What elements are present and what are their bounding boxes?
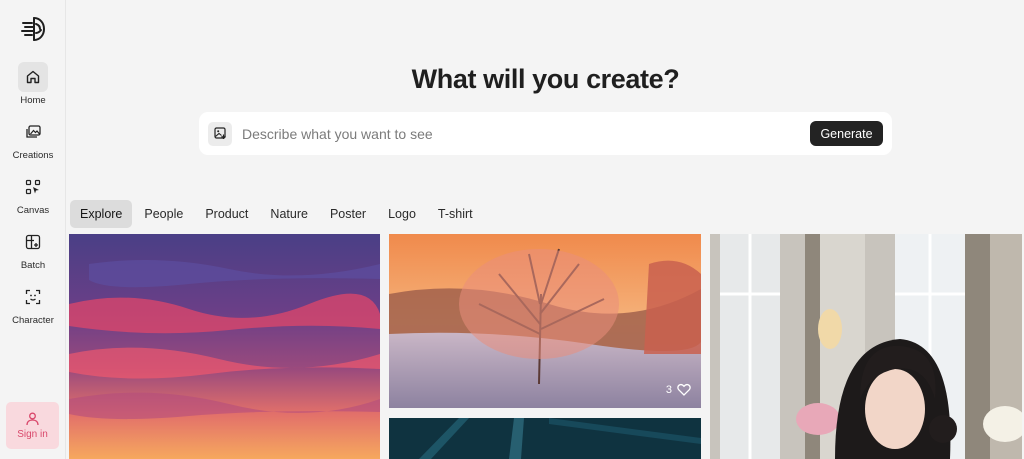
user-icon bbox=[26, 412, 39, 425]
image-gallery: 3 bbox=[67, 234, 1024, 459]
sign-in-button[interactable]: Sign in bbox=[6, 402, 59, 449]
images-icon bbox=[25, 125, 41, 138]
character-icon bbox=[25, 289, 41, 305]
sidebar-item-label: Creations bbox=[12, 150, 54, 161]
sidebar-item-label: Canvas bbox=[16, 205, 50, 216]
like-count: 3 bbox=[665, 383, 672, 396]
like-counter[interactable]: 3 bbox=[666, 383, 691, 396]
gallery-image bbox=[710, 234, 1022, 459]
sidebar-item-label: Character bbox=[12, 315, 54, 326]
gallery-card-sunset[interactable] bbox=[69, 234, 380, 459]
tab-people[interactable]: People bbox=[134, 200, 193, 228]
brain-logo-icon[interactable] bbox=[20, 15, 46, 43]
tab-explore[interactable]: Explore bbox=[70, 200, 133, 228]
gallery-image bbox=[389, 418, 701, 459]
gallery-image bbox=[389, 234, 701, 408]
page-title: What will you create? bbox=[411, 64, 680, 94]
generate-button[interactable]: Generate bbox=[810, 121, 883, 146]
category-tabs: Explore People Product Nature Poster Log… bbox=[70, 200, 485, 228]
tab-tshirt[interactable]: T-shirt bbox=[428, 200, 483, 228]
tab-logo[interactable]: Logo bbox=[378, 200, 426, 228]
gallery-card-dark-interior[interactable] bbox=[389, 418, 701, 459]
heart-icon bbox=[677, 383, 691, 396]
prompt-input[interactable] bbox=[242, 125, 782, 142]
sign-in-label: Sign in bbox=[17, 428, 48, 440]
sidebar-item-creations[interactable]: Creations bbox=[0, 117, 66, 167]
gallery-image bbox=[69, 234, 380, 459]
canvas-icon bbox=[25, 179, 41, 195]
sidebar-item-canvas[interactable]: Canvas bbox=[0, 172, 66, 222]
image-upload-button[interactable] bbox=[208, 121, 232, 146]
sidebar-item-label: Home bbox=[20, 95, 46, 106]
sidebar: Home Creations Canvas Batch Character Si… bbox=[0, 0, 66, 459]
batch-icon bbox=[25, 234, 41, 250]
tab-product[interactable]: Product bbox=[195, 200, 258, 228]
sidebar-item-character[interactable]: Character bbox=[0, 282, 66, 332]
home-icon bbox=[26, 70, 40, 84]
image-add-icon bbox=[213, 127, 226, 139]
sidebar-item-home[interactable]: Home bbox=[0, 62, 66, 112]
sidebar-item-label: Batch bbox=[20, 260, 46, 271]
sidebar-item-batch[interactable]: Batch bbox=[0, 227, 66, 277]
main-content: What will you create? Generate Explore P… bbox=[67, 0, 1024, 459]
prompt-bar: Generate bbox=[199, 112, 892, 155]
tab-poster[interactable]: Poster bbox=[320, 200, 376, 228]
tab-nature[interactable]: Nature bbox=[260, 200, 318, 228]
gallery-card-portrait[interactable] bbox=[710, 234, 1022, 459]
gallery-card-frosted-tree[interactable]: 3 bbox=[389, 234, 701, 408]
